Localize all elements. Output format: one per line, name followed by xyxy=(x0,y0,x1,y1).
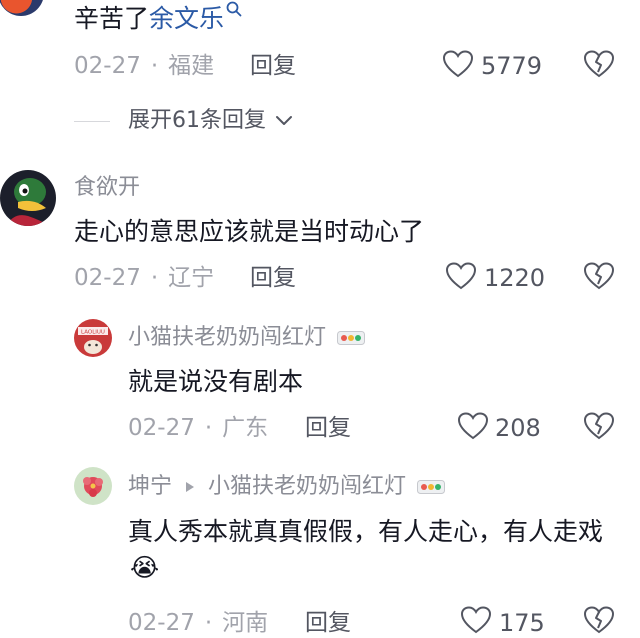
broken-heart-icon[interactable] xyxy=(584,262,614,290)
heart-icon[interactable] xyxy=(443,50,473,78)
reply-location: 河南 xyxy=(222,610,269,636)
avatar[interactable] xyxy=(0,170,56,226)
like-count: 1220 xyxy=(484,264,546,292)
reply-to-username[interactable]: 小猫扶老奶奶闯红灯 xyxy=(208,474,406,499)
traffic-light-badge-icon xyxy=(337,331,366,345)
meta-separator: · xyxy=(204,610,213,636)
comment-date: 02-27 xyxy=(74,265,141,291)
like-count: 175 xyxy=(499,609,545,637)
reply-button[interactable]: 回复 xyxy=(250,263,296,293)
meta-separator: · xyxy=(150,53,159,79)
reply-arrow-icon xyxy=(185,481,195,493)
reply-location: 广东 xyxy=(222,415,269,441)
expand-replies-button[interactable]: 展开61条回复 xyxy=(128,106,293,136)
comment-meta: 02-27 · 福建 xyxy=(74,51,214,81)
comment-location: 辽宁 xyxy=(168,265,215,291)
username: 坤宁 小猫扶老奶奶闯红灯 xyxy=(128,473,446,501)
reply-button[interactable]: 回复 xyxy=(305,413,351,443)
broken-heart-icon[interactable] xyxy=(584,606,614,634)
reply-meta: 02-27 · 河南 xyxy=(128,608,268,638)
reply-meta: 02-27 · 广东 xyxy=(128,413,268,443)
username-link[interactable]: 小猫扶老奶奶闯红灯 xyxy=(128,325,326,350)
avatar[interactable]: LAOLIUU xyxy=(74,319,112,357)
heart-icon[interactable] xyxy=(461,606,491,634)
expand-divider xyxy=(74,121,110,122)
mention-link[interactable]: 余文乐 xyxy=(149,4,224,33)
comment-meta: 02-27 · 辽宁 xyxy=(74,263,214,293)
avatar[interactable] xyxy=(0,0,44,16)
like-count: 5779 xyxy=(481,52,543,80)
reply-date: 02-27 xyxy=(128,415,195,441)
avatar[interactable] xyxy=(74,467,112,505)
broken-heart-icon[interactable] xyxy=(584,412,614,440)
broken-heart-icon[interactable] xyxy=(584,50,614,78)
heart-icon[interactable] xyxy=(458,412,488,440)
search-icon[interactable] xyxy=(226,1,242,17)
crying-emoji: 😭 xyxy=(130,553,160,582)
reply-text-block: 真人秀本就真真假假，有人走心，有人走戏 😭 xyxy=(128,514,622,586)
username-link[interactable]: 坤宁 xyxy=(128,474,172,499)
like-count: 208 xyxy=(495,414,541,442)
username: 小猫扶老奶奶闯红灯 xyxy=(128,324,366,352)
meta-separator: · xyxy=(150,265,159,291)
comment-date: 02-27 xyxy=(74,53,141,79)
comment-text: 走心的意思应该就是当时动心了 xyxy=(74,217,425,246)
expand-replies-label: 展开61条回复 xyxy=(128,108,266,133)
comment-location: 福建 xyxy=(168,53,215,79)
reply-text: 就是说没有剧本 xyxy=(128,367,304,396)
comment-text: 辛苦了余文乐 xyxy=(74,1,242,37)
reply-button[interactable]: 回复 xyxy=(305,608,351,638)
comment-text-prefix: 辛苦了 xyxy=(74,4,150,33)
traffic-light-badge-icon xyxy=(417,480,446,494)
avatar-caption: LAOLIUU xyxy=(81,330,105,336)
username[interactable]: 食欲开 xyxy=(74,174,140,202)
heart-icon[interactable] xyxy=(446,262,476,290)
reply-text: 真人秀本就真真假假，有人走心，有人走戏 xyxy=(128,517,604,546)
reply-button[interactable]: 回复 xyxy=(250,51,296,81)
meta-separator: · xyxy=(204,415,213,441)
chevron-down-icon xyxy=(275,115,293,127)
reply-date: 02-27 xyxy=(128,610,195,636)
